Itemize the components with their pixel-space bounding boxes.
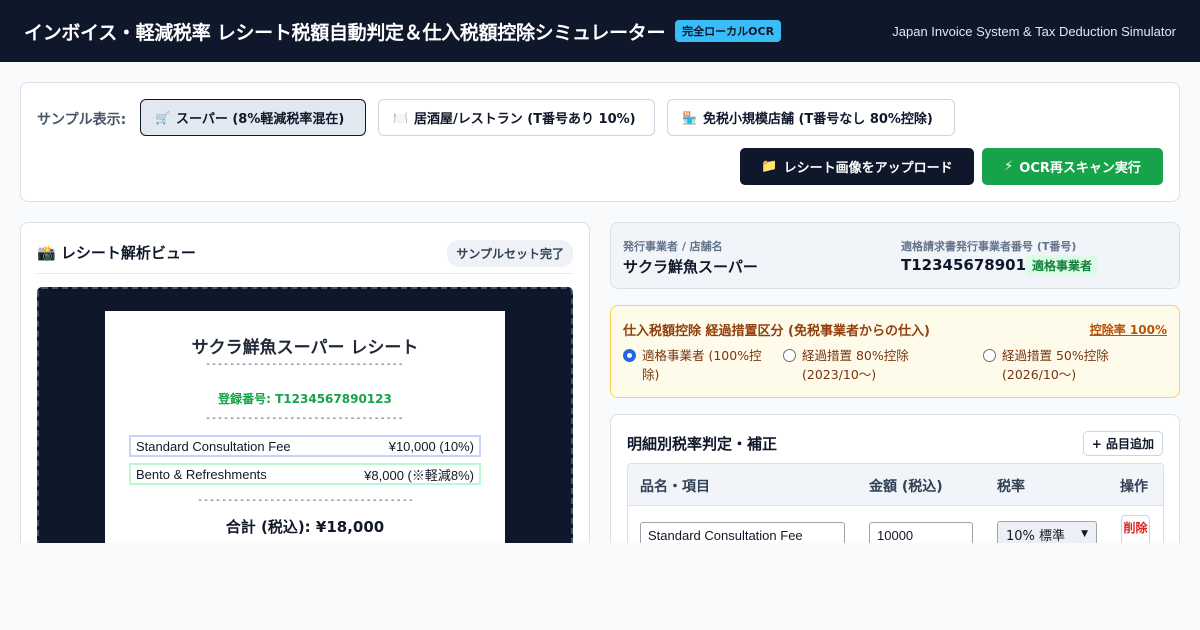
radio-empty-icon[interactable]	[983, 349, 996, 362]
sample-restaurant-label: 居酒屋/レストラン (T番号あり 10%)	[413, 112, 636, 127]
deduction-option-label: 経過措置 50%控除 (2026/10〜)	[1002, 348, 1109, 382]
sample-supermarket-button[interactable]: 🛒 スーパー (8%軽減税率混在)	[140, 99, 366, 136]
deduction-option-80[interactable]: 経過措置 80%控除 (2023/10〜)	[783, 346, 963, 384]
lightning-icon: ⚡	[1004, 159, 1014, 174]
column-header-tax: 税率	[997, 479, 1025, 495]
receipt-line-item[interactable]: Standard Consultation Fee ¥10,000 (10%)	[129, 435, 481, 457]
issuer-name-label: 発行事業者 / 店舗名	[623, 240, 723, 253]
dining-icon: 🍽️	[393, 110, 408, 125]
radio-empty-icon[interactable]	[783, 349, 796, 362]
receipt-item-name: Standard Consultation Fee	[136, 438, 291, 454]
column-header-action: 操作	[1120, 479, 1148, 495]
deduction-title: 仕入税額控除 経過措置区分 (免税事業者からの仕入)	[623, 324, 930, 339]
radio-selected-icon[interactable]	[623, 349, 636, 362]
folder-icon: 📁	[761, 159, 778, 174]
store-icon: 🏪	[682, 110, 697, 125]
deduction-option-qualified[interactable]: 適格事業者 (100%控 除)	[623, 346, 771, 384]
upload-receipt-label: レシート画像をアップロード	[783, 161, 953, 176]
receipt-shop-name: サクラ鮮魚スーパー レシート	[191, 338, 419, 358]
deduction-option-label: 経過措置 80%控除 (2023/10〜)	[802, 348, 909, 382]
receipt-line-item[interactable]: Bento & Refreshments ¥8,000 (※軽減8%)	[129, 463, 481, 485]
receipt-divider: ----------------------------------------…	[205, 413, 405, 424]
sample-small-shop-button[interactable]: 🏪 免税小規模店舗 (T番号なし 80%控除)	[667, 99, 955, 136]
viewer-title-text: レシート解析ビュー	[60, 244, 196, 262]
receipt-divider: ----------------------------------------…	[205, 359, 405, 370]
receipt-item-name: Bento & Refreshments	[136, 466, 267, 482]
camera-icon: 📸	[37, 244, 56, 262]
sample-restaurant-button[interactable]: 🍽️ 居酒屋/レストラン (T番号あり 10%)	[378, 99, 655, 136]
sample-status-badge: サンプルセット完了	[447, 240, 573, 267]
deduction-rate-link[interactable]: 控除率 100%	[1090, 321, 1167, 338]
deduction-panel: 仕入税額控除 経過措置区分 (免税事業者からの仕入) 控除率 100% 適格事業…	[610, 305, 1180, 398]
receipt-item-price: ¥10,000 (10%)	[388, 438, 474, 454]
upload-receipt-button[interactable]: 📁 レシート画像をアップロード	[740, 148, 974, 185]
local-ocr-badge: 完全ローカルOCR	[675, 20, 782, 42]
receipt-item-price: ¥8,000 (※軽減8%)	[364, 467, 474, 483]
receipt-total: 合計 (税込): ¥18,000	[225, 518, 385, 536]
viewport-cutoff	[0, 543, 1200, 630]
deduction-option-50[interactable]: 経過措置 50%控除 (2026/10〜)	[983, 346, 1163, 384]
chevron-down-icon: ▼	[1081, 529, 1088, 539]
cart-icon: 🛒	[155, 110, 170, 125]
viewer-divider	[37, 273, 573, 274]
app-header: インボイス・軽減税率 レシート税額自動判定＆仕入税額控除シミュレーター 完全ロー…	[0, 0, 1200, 62]
receipt-viewer-panel: 📸 レシート解析ビュー サンプルセット完了 サクラ鮮魚スーパー レシート ---…	[20, 222, 590, 611]
qualified-badge: 適格事業者	[1026, 255, 1099, 276]
ocr-rescan-label: OCR再スキャン実行	[1019, 161, 1141, 176]
table-header: 品名・項目 金額 (税込) 税率 操作	[628, 464, 1163, 506]
issuer-info-panel: 発行事業者 / 店舗名 サクラ鮮魚スーパー 適格請求書発行事業者番号 (T番号)…	[610, 222, 1180, 289]
app-title: インボイス・軽減税率 レシート税額自動判定＆仕入税額控除シミュレーター	[24, 21, 666, 44]
deduction-option-label: 適格事業者 (100%控 除)	[642, 348, 762, 382]
viewer-title: 📸 レシート解析ビュー	[37, 242, 196, 263]
sample-label: サンプル表示:	[37, 112, 127, 128]
column-header-name: 品名・項目	[640, 479, 710, 495]
add-item-button[interactable]: + 品目追加	[1082, 431, 1163, 456]
sample-small-shop-label: 免税小規模店舗 (T番号なし 80%控除)	[702, 112, 933, 127]
sample-supermarket-label: スーパー (8%軽減税率混在)	[175, 112, 345, 127]
line-items-title: 明細別税率判定・補正	[627, 435, 778, 453]
tax-rate-value: 10% 標準	[1006, 528, 1066, 544]
receipt-divider: ----------------------------------------…	[197, 495, 413, 506]
sample-panel: サンプル表示: 🛒 スーパー (8%軽減税率混在) 🍽️ 居酒屋/レストラン (…	[20, 82, 1180, 202]
receipt-scan-area[interactable]: サクラ鮮魚スーパー レシート -------------------------…	[37, 287, 573, 611]
column-header-amount: 金額 (税込)	[869, 479, 943, 495]
issuer-name: サクラ鮮魚スーパー	[623, 258, 758, 276]
app-subtitle: Japan Invoice System & Tax Deduction Sim…	[892, 23, 1176, 39]
tnumber-label: 適格請求書発行事業者番号 (T番号)	[901, 240, 1077, 253]
receipt-registration-number: 登録番号: T1234567890123	[218, 392, 392, 406]
ocr-rescan-button[interactable]: ⚡ OCR再スキャン実行	[982, 148, 1163, 185]
